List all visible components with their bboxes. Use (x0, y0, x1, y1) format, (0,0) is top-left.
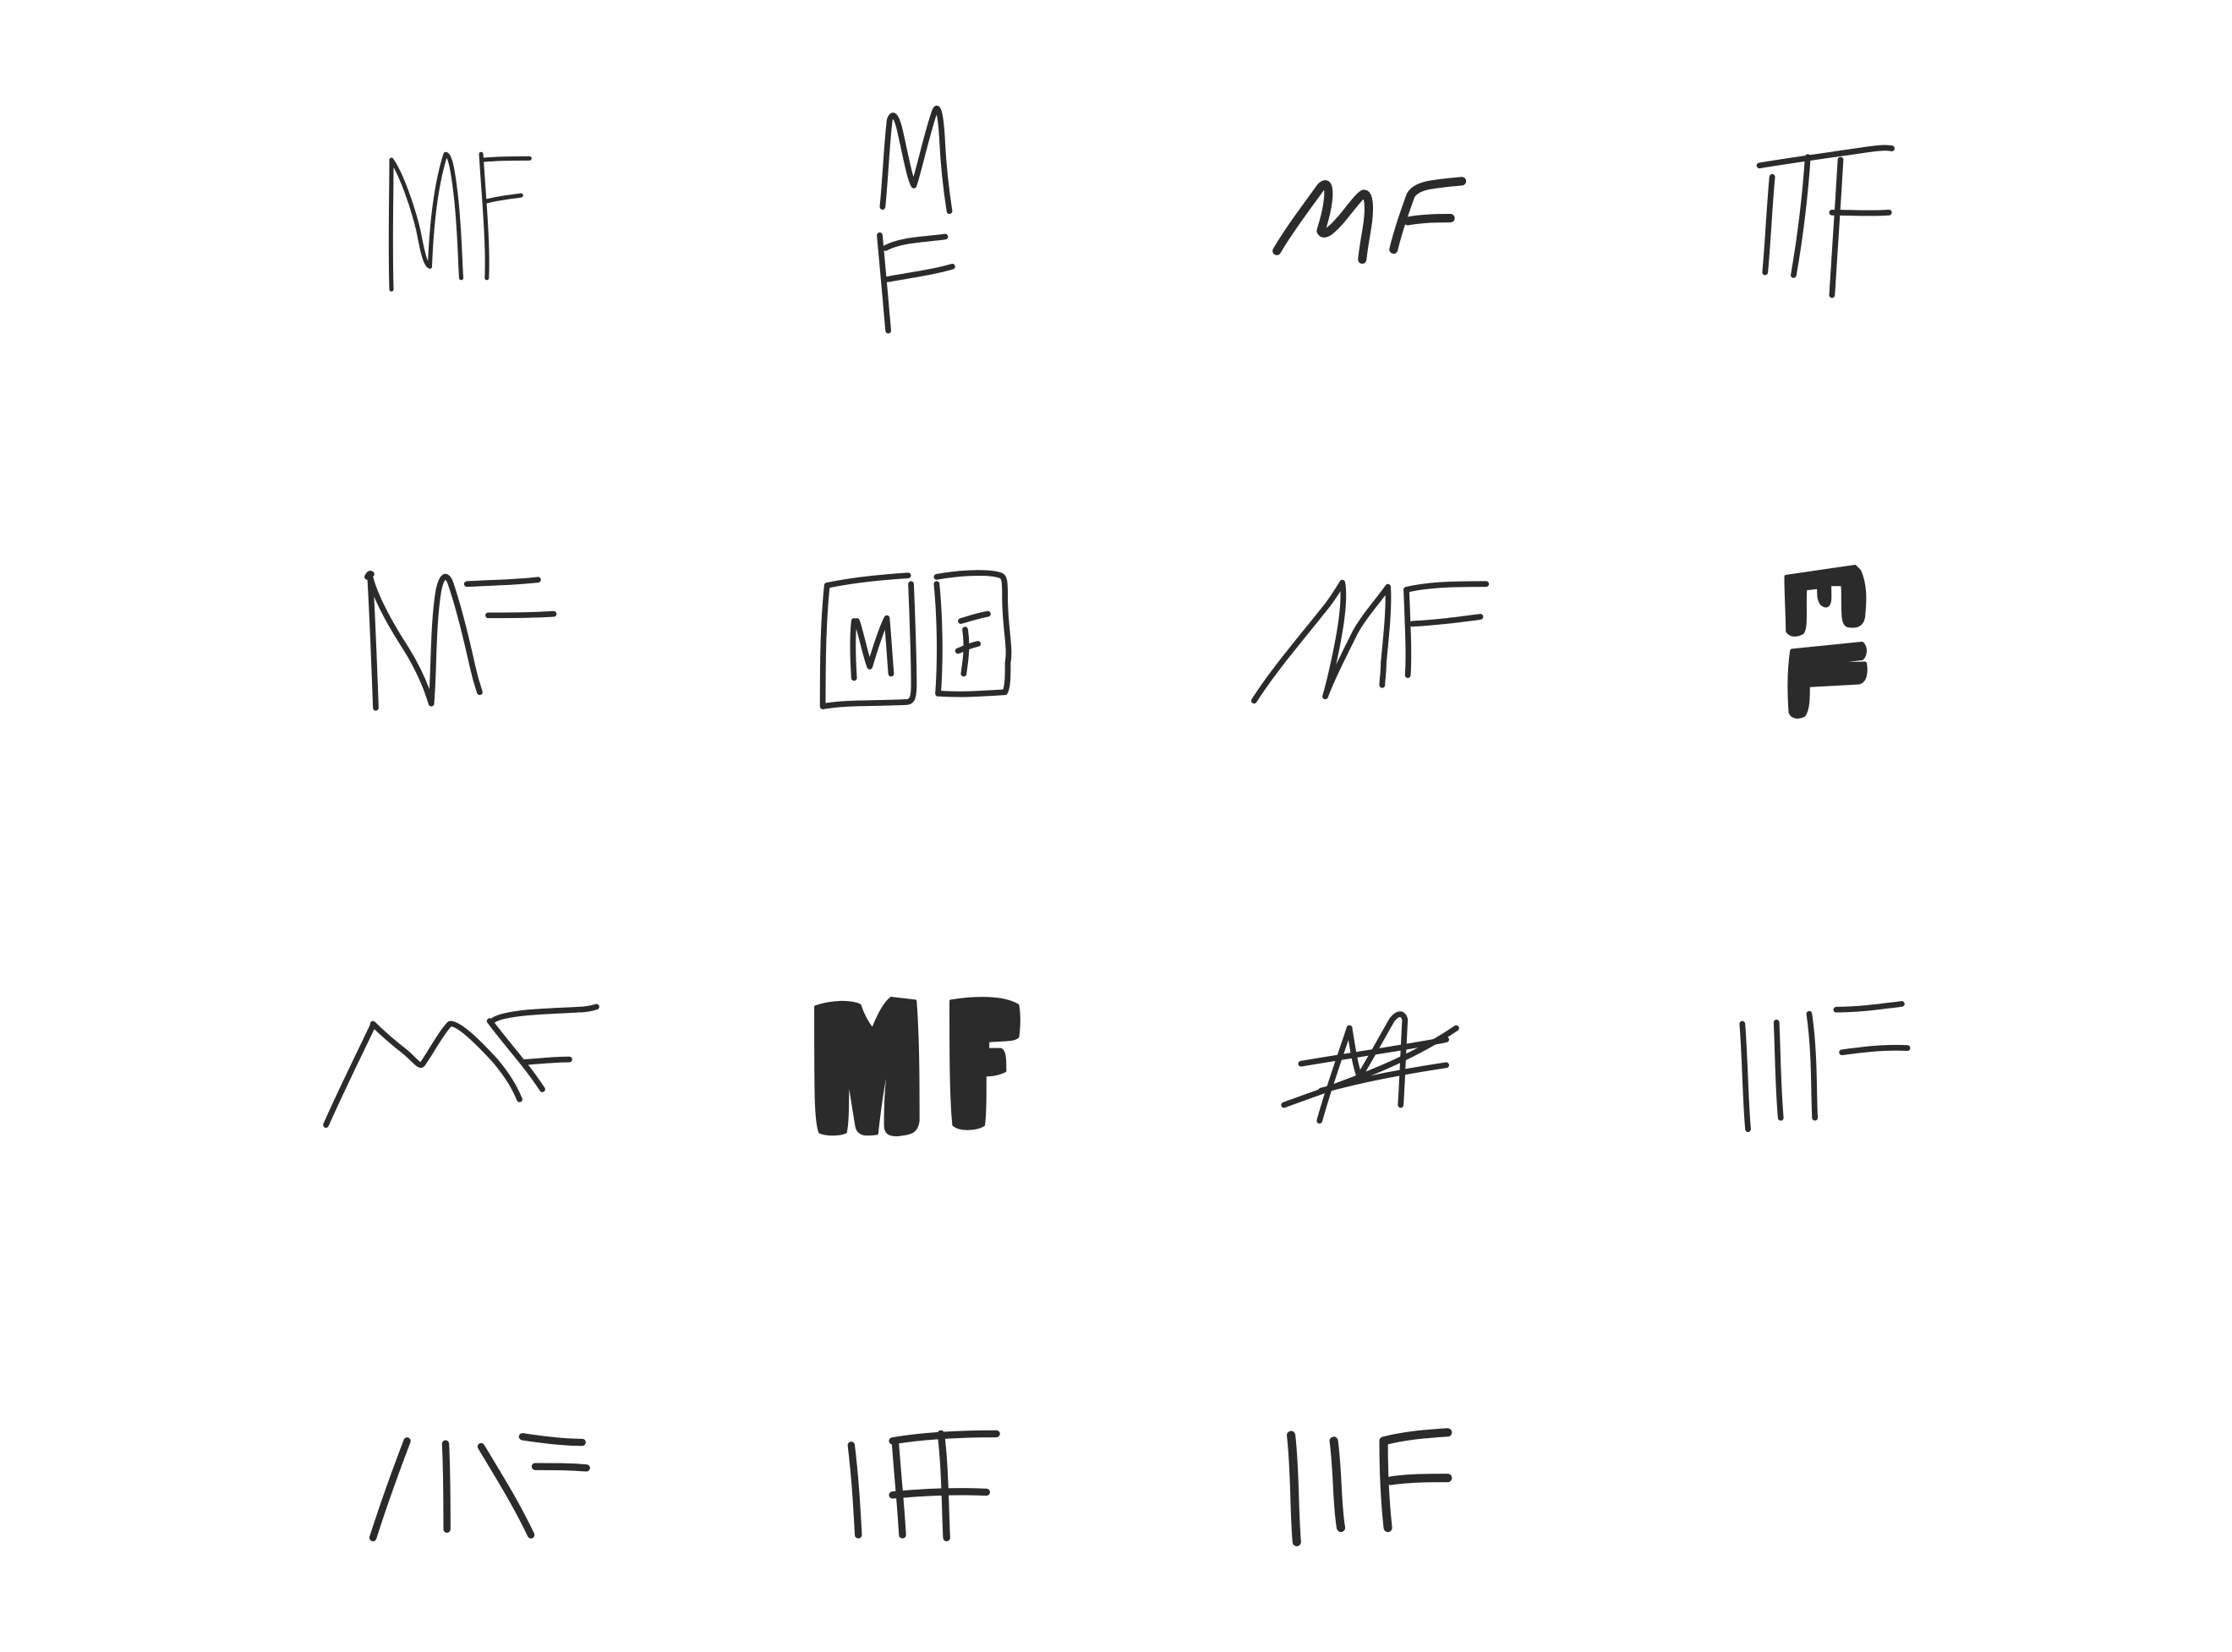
sketch-mf-11 (1281, 1011, 1459, 1124)
sketch-mf-6 (819, 570, 1012, 709)
sketch-mf-9 (323, 1004, 599, 1128)
sketch-mf-14 (847, 1430, 1000, 1542)
sketch-mf-7 (1250, 579, 1490, 704)
sketch-mf-13 (369, 1433, 590, 1542)
sketch-mf-8 (1784, 565, 1868, 719)
logo-sketch-sheet (323, 106, 1911, 1546)
sketch-mf-12 (1739, 1001, 1911, 1132)
sketch-mf-15 (1287, 1428, 1452, 1546)
sketch-mf-2 (877, 106, 955, 334)
sketch-mf-5 (364, 571, 557, 711)
sketch-mf-1 (388, 151, 532, 292)
sketch-mf-4 (1756, 145, 1895, 298)
sketch-mf-3 (1272, 177, 1467, 264)
sketch-mf-10 (814, 997, 1020, 1137)
